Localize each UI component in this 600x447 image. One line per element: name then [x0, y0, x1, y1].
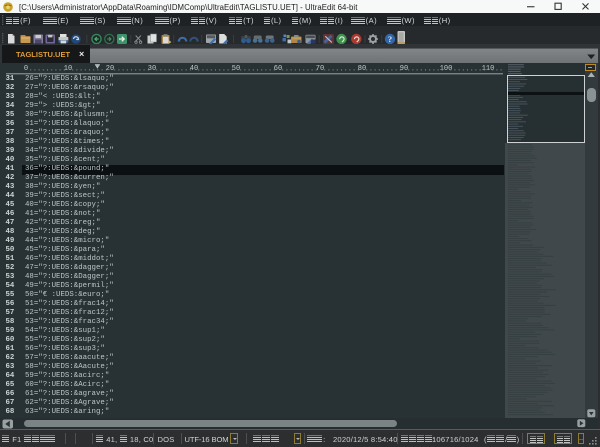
- svg-text:?: ?: [388, 34, 392, 44]
